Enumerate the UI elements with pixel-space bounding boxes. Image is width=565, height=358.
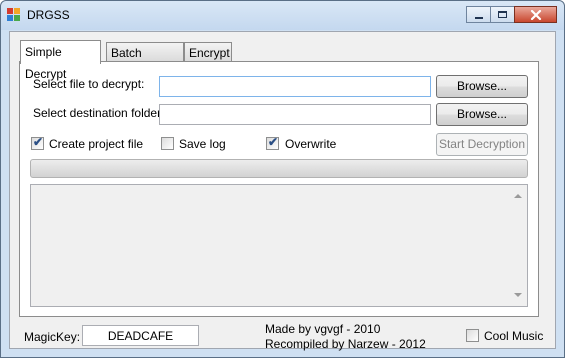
progress-bar bbox=[30, 159, 528, 178]
tab-batch-decrypt[interactable]: Batch Decrypt bbox=[106, 42, 184, 80]
browse-source-button[interactable]: Browse... bbox=[436, 75, 528, 98]
create-project-label[interactable]: Create project file bbox=[49, 137, 143, 151]
tab-label: Simple Decrypt bbox=[25, 45, 67, 81]
magickey-label: MagicKey: bbox=[24, 330, 81, 344]
credit-line-1: Made by vgvgf - 2010 bbox=[265, 322, 381, 336]
title-bar[interactable]: DRGSS bbox=[1, 1, 564, 30]
simple-decrypt-page: Select file to decrypt: Browse... Select… bbox=[19, 61, 539, 317]
minimize-icon bbox=[475, 17, 483, 19]
destination-folder-label: Select destination folder: bbox=[33, 106, 165, 120]
maximize-button[interactable] bbox=[490, 6, 515, 23]
app-icon bbox=[7, 8, 21, 22]
log-scrollbar[interactable] bbox=[510, 185, 527, 306]
cool-music-label[interactable]: Cool Music bbox=[484, 329, 543, 343]
caption-buttons bbox=[466, 6, 557, 24]
cool-music-checkbox[interactable] bbox=[466, 329, 479, 342]
window-title: DRGSS bbox=[27, 8, 70, 22]
overwrite-checkbox[interactable]: ✔ bbox=[266, 135, 279, 150]
checkmark-icon: ✔ bbox=[33, 135, 44, 149]
minimize-button[interactable] bbox=[466, 6, 491, 23]
browse-destination-button[interactable]: Browse... bbox=[436, 103, 528, 126]
log-textbox[interactable] bbox=[30, 184, 528, 307]
scroll-up-icon[interactable] bbox=[514, 194, 522, 198]
tab-simple-decrypt[interactable]: Simple Decrypt bbox=[20, 40, 101, 81]
credit-line-2: Recompiled by Narzew - 2012 bbox=[265, 337, 426, 351]
tab-encrypt[interactable]: Encrypt bbox=[184, 42, 232, 62]
save-log-checkbox[interactable] bbox=[161, 137, 174, 150]
checkmark-icon: ✔ bbox=[268, 135, 279, 149]
create-project-checkbox[interactable]: ✔ bbox=[31, 135, 44, 150]
maximize-icon bbox=[498, 11, 507, 18]
destination-folder-input[interactable] bbox=[159, 104, 431, 125]
scroll-down-icon[interactable] bbox=[514, 293, 522, 297]
overwrite-label[interactable]: Overwrite bbox=[285, 137, 336, 151]
start-decryption-button[interactable]: Start Decryption bbox=[436, 133, 528, 156]
app-window: DRGSS Simple Decrypt Batch Decrypt Encry… bbox=[0, 0, 565, 358]
close-icon bbox=[530, 10, 542, 20]
save-log-label[interactable]: Save log bbox=[179, 137, 226, 151]
magickey-input[interactable] bbox=[82, 325, 199, 346]
client-area: Simple Decrypt Batch Decrypt Encrypt Sel… bbox=[9, 31, 556, 351]
close-button[interactable] bbox=[514, 6, 557, 23]
tab-label: Encrypt bbox=[189, 46, 230, 60]
source-file-input[interactable] bbox=[159, 76, 431, 97]
